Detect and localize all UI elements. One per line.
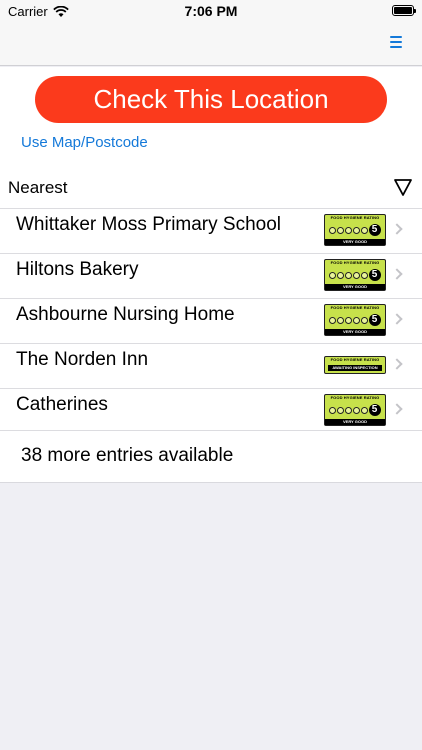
list-item[interactable]: Catherines FOOD HYGIENE RATING 5 VERY GO…: [0, 388, 422, 433]
sort-label: Nearest: [8, 178, 68, 197]
status-time: 7:06 PM: [184, 3, 238, 19]
check-location-button[interactable]: Check This Location: [35, 76, 387, 123]
more-entries-label: 38 more entries available: [21, 445, 234, 466]
establishment-name: The Norden Inn: [16, 349, 149, 370]
hamburger-menu-icon[interactable]: [390, 36, 402, 48]
list-item[interactable]: The Norden Inn FOOD HYGIENE RATING AWAIT…: [0, 343, 422, 388]
chevron-right-icon: [391, 223, 403, 235]
rating-text: AWAITING INSPECTION: [328, 365, 382, 371]
establishment-list: Whittaker Moss Primary School FOOD HYGIE…: [0, 208, 422, 433]
establishment-name: Hiltons Bakery: [16, 259, 139, 280]
list-item[interactable]: Ashbourne Nursing Home FOOD HYGIENE RATI…: [0, 298, 422, 343]
main-content: Check This Location Use Map/Postcode Nea…: [0, 67, 422, 483]
chevron-right-icon: [391, 403, 403, 415]
establishment-name: Whittaker Moss Primary School: [16, 214, 282, 235]
rating-text: VERY GOOD: [325, 419, 385, 425]
more-entries-row[interactable]: 38 more entries available: [0, 430, 422, 482]
sort-row: Nearest: [0, 175, 422, 209]
status-bar: Carrier 7:06 PM: [0, 0, 422, 22]
rating-text: VERY GOOD: [325, 239, 385, 245]
navigation-bar: [0, 22, 422, 66]
chevron-right-icon: [391, 358, 403, 370]
food-hygiene-rating-badge: FOOD HYGIENE RATING 5 VERY GOOD: [324, 304, 386, 336]
rating-value: 5: [368, 314, 381, 326]
rating-text: VERY GOOD: [325, 284, 385, 290]
establishment-name: Ashbourne Nursing Home: [16, 304, 235, 325]
chevron-right-icon: [391, 268, 403, 280]
list-item[interactable]: Hiltons Bakery FOOD HYGIENE RATING 5 VER…: [0, 253, 422, 298]
food-hygiene-rating-badge: FOOD HYGIENE RATING 5 VERY GOOD: [324, 214, 386, 246]
battery-icon: [392, 5, 416, 16]
rating-value: 5: [368, 269, 381, 281]
food-hygiene-rating-badge: FOOD HYGIENE RATING 5 VERY GOOD: [324, 394, 386, 426]
rating-value: 5: [368, 224, 381, 236]
chevron-right-icon: [391, 313, 403, 325]
food-hygiene-awaiting-badge: FOOD HYGIENE RATING AWAITING INSPECTION: [324, 356, 386, 374]
use-map-postcode-link[interactable]: Use Map/Postcode: [21, 134, 148, 151]
rating-value: 5: [368, 404, 381, 416]
establishment-name: Catherines: [16, 394, 108, 415]
filter-triangle-icon[interactable]: [393, 177, 413, 197]
food-hygiene-rating-badge: FOOD HYGIENE RATING 5 VERY GOOD: [324, 259, 386, 291]
rating-text: VERY GOOD: [325, 329, 385, 335]
list-item[interactable]: Whittaker Moss Primary School FOOD HYGIE…: [0, 208, 422, 253]
